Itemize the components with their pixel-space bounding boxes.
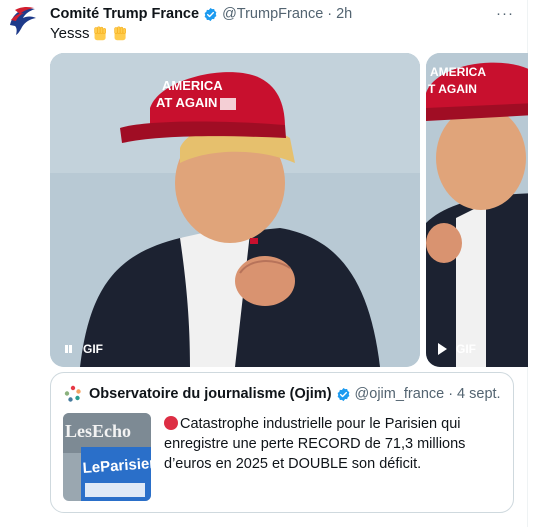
gif-label: GIF [83, 342, 103, 356]
verified-badge-icon [203, 7, 218, 22]
quote-thumbnail[interactable]: LesEcho LeParisien [63, 413, 151, 501]
author-name[interactable]: Comité Trump France [50, 6, 199, 22]
quote-author-avatar[interactable] [64, 385, 82, 403]
quote-text-content: Catastrophe industrielle pour le Parisie… [164, 416, 466, 472]
quote-text: Catastrophe industrielle pour le Parisie… [164, 414, 504, 474]
gif-label: GIF [456, 342, 476, 356]
quote-header-separator: · [448, 386, 454, 402]
quote-author-name[interactable]: Observatoire du journalisme (Ojim) [89, 386, 332, 402]
tweet-header: Comité Trump France @TrumpFrance · 2h [50, 4, 352, 24]
author-avatar[interactable] [7, 4, 41, 38]
cap-text-2: AT AGAIN [156, 95, 217, 110]
quote-timestamp[interactable]: 4 sept. [457, 386, 501, 402]
header-separator: · [327, 6, 333, 22]
quoted-tweet-card[interactable]: Observatoire du journalisme (Ojim) @ojim… [50, 372, 514, 513]
media-carousel: AMERICA AT AGAIN GIF AMERICA T AGAIN GIF [50, 53, 528, 367]
gif-media-2[interactable]: AMERICA T AGAIN GIF [426, 53, 528, 367]
thumb-text-1: LesEcho [65, 421, 131, 441]
tweet-text-content: Yesss [50, 25, 90, 42]
gif-badge[interactable]: GIF [64, 342, 103, 356]
cap-text-2b: T AGAIN [428, 82, 477, 96]
red-circle-emoji-icon [164, 416, 178, 430]
quote-author-handle[interactable]: @ojim_france [355, 386, 445, 402]
gif-badge[interactable]: GIF [438, 342, 476, 356]
raised-fist-emoji-icon [112, 25, 129, 42]
tweet-text: Yesss [50, 25, 129, 42]
cap-text-1: AMERICA [162, 78, 223, 93]
pause-icon[interactable] [64, 344, 74, 354]
quote-header: Observatoire du journalisme (Ojim) @ojim… [64, 385, 501, 403]
cap-text-1b: AMERICA [430, 65, 486, 79]
more-options-icon[interactable]: ··· [495, 4, 515, 22]
play-icon[interactable] [438, 343, 447, 355]
gif-media-1[interactable]: AMERICA AT AGAIN GIF [50, 53, 420, 367]
author-handle[interactable]: @TrumpFrance [222, 6, 323, 22]
raised-fist-emoji-icon [92, 25, 109, 42]
tweet-timestamp[interactable]: 2h [336, 6, 352, 22]
verified-badge-icon [336, 387, 351, 402]
